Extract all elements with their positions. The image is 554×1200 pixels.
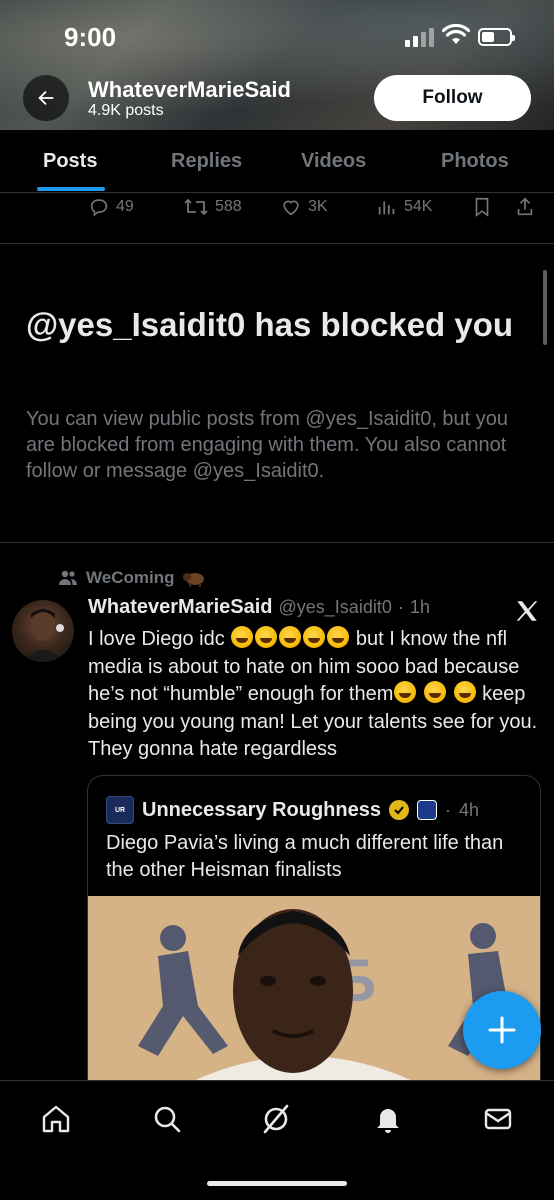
rolling-on-floor-laughing-emoji [327, 626, 350, 648]
compose-post-button[interactable] [463, 991, 541, 1069]
wifi-icon [442, 24, 470, 44]
repost-context[interactable]: WeComing [58, 568, 206, 588]
section-divider [0, 542, 554, 543]
active-tab-indicator [37, 187, 105, 191]
views-icon [378, 201, 395, 215]
profile-tabs: Posts Replies Videos Photos [0, 130, 554, 192]
separator-dot: · [397, 597, 404, 617]
tweet-timestamp[interactable]: 1h [410, 597, 430, 618]
tab-photos[interactable]: Photos [441, 150, 509, 173]
quote-media-image[interactable]: Б [88, 896, 540, 1104]
reply-icon [90, 199, 108, 217]
quote-header: UR Unnecessary Roughness · 4h [106, 796, 479, 824]
blocked-description: You can view public posts from @yes_Isai… [26, 408, 509, 482]
repost-button[interactable]: 588 [183, 196, 242, 218]
quote-text: Diego Pavia’s living a much different li… [106, 832, 504, 881]
share-icon[interactable] [515, 196, 535, 218]
profile-post-count: 4.9K posts [88, 102, 164, 119]
rolling-on-floor-laughing-emoji [279, 626, 302, 648]
quote-timestamp: 4h [458, 799, 480, 820]
rolling-on-floor-laughing-emoji [423, 681, 446, 703]
bookmark-icon[interactable] [472, 196, 492, 218]
scrollbar-thumb[interactable] [543, 270, 547, 345]
view-count: 54K [404, 198, 433, 215]
plus-icon [488, 1016, 516, 1044]
follow-button[interactable]: Follow [374, 75, 531, 121]
reply-count: 49 [116, 198, 134, 215]
home-icon[interactable] [40, 1103, 72, 1135]
x-logo-icon [516, 601, 538, 621]
back-button[interactable] [23, 75, 69, 121]
heart-icon [283, 200, 299, 216]
rolling-on-floor-laughing-emoji [453, 681, 476, 703]
affiliation-badge-icon [416, 800, 437, 820]
blocked-title: @yes_Isaidit0 has blocked you [26, 306, 514, 343]
repost-count: 588 [215, 198, 242, 215]
tweet-text-part1: I love Diego idc [88, 628, 225, 650]
like-button[interactable]: 3K [280, 196, 328, 218]
avatar-image [22, 609, 64, 662]
tweet-header: WhateverMarieSaid @yes_Isaidit0 · 1h [88, 596, 430, 619]
reply-button[interactable]: 49 [88, 196, 134, 218]
tab-replies[interactable]: Replies [171, 150, 242, 173]
tweet-text: I love Diego idc but I know the nfl medi… [88, 626, 548, 764]
notifications-bell-icon[interactable] [372, 1103, 404, 1135]
quote-photo: Б [88, 896, 540, 1104]
rolling-on-floor-laughing-emoji [303, 626, 326, 648]
rolling-on-floor-laughing-emoji [231, 626, 254, 648]
cellular-signal-icon [405, 28, 434, 47]
battery-icon [478, 28, 515, 46]
tweet-author-handle[interactable]: @yes_Isaidit0 [279, 597, 392, 618]
people-icon [59, 570, 77, 585]
rolling-on-floor-laughing-emoji [394, 681, 417, 703]
tweet-author-name[interactable]: WhateverMarieSaid [88, 596, 273, 619]
like-count: 3K [308, 198, 328, 215]
profile-name: WhateverMarieSaid [88, 77, 291, 102]
separator-dot: · [444, 799, 451, 820]
rolling-on-floor-laughing-emoji [255, 626, 278, 648]
repost-icon [184, 198, 208, 216]
reposted-by-name: WeComing [86, 568, 175, 587]
grok-icon[interactable] [260, 1103, 292, 1135]
quote-author-avatar: UR [106, 796, 134, 824]
home-indicator[interactable] [207, 1181, 347, 1186]
status-bar: 9:00 [0, 0, 554, 70]
views-button[interactable]: 54K [376, 196, 432, 218]
quote-author-name: Unnecessary Roughness [142, 798, 381, 821]
messages-mail-icon[interactable] [482, 1103, 514, 1135]
section-divider [0, 243, 554, 244]
search-icon[interactable] [151, 1103, 183, 1135]
arrow-left-icon [38, 90, 54, 106]
bison-emoji-icon [183, 573, 205, 587]
tab-posts[interactable]: Posts [43, 150, 97, 173]
author-avatar[interactable] [12, 600, 74, 662]
tweet-action-row: 49 588 3K 54K [0, 192, 554, 224]
status-time: 9:00 [64, 22, 117, 52]
tab-videos[interactable]: Videos [301, 150, 366, 173]
verified-badge-icon [388, 800, 409, 820]
